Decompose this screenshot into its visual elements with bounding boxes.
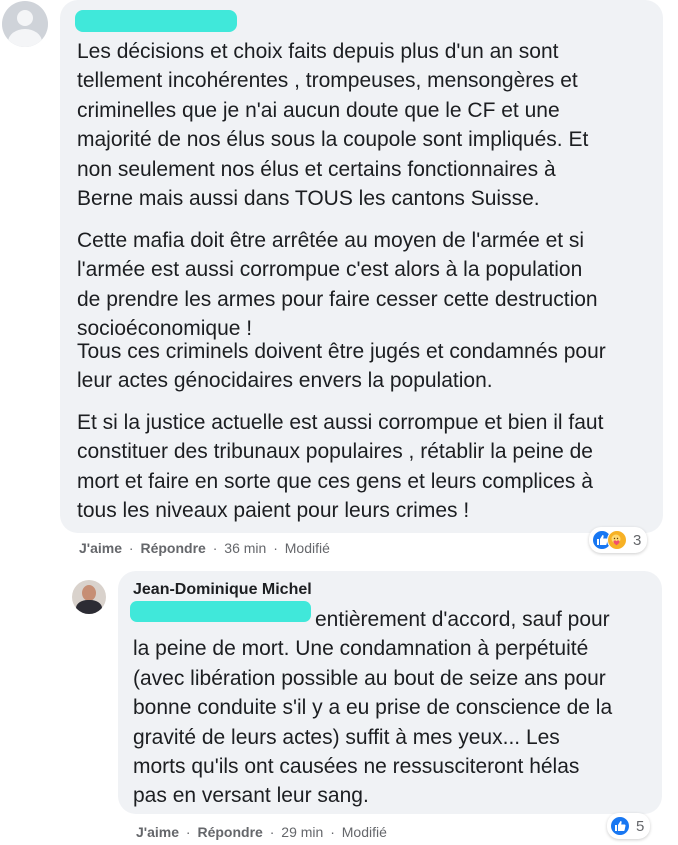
avatar[interactable] (72, 580, 106, 614)
comment-line: tellement incohérentes , trompeuses, men… (77, 69, 578, 93)
comment-line: pas en versant leur sang. (133, 784, 369, 808)
reply-link[interactable]: Répondre (140, 540, 205, 556)
comment-actions: J'aime · Répondre · 29 min · Modifié (136, 824, 387, 840)
comment-line: la peine de mort. Une condamnation à per… (133, 637, 589, 661)
reply-link[interactable]: Répondre (197, 824, 262, 840)
comment-line: majorité de nos élus sous la coupole son… (77, 128, 589, 152)
comment-line: de prendre les armes pour faire cesser c… (77, 287, 598, 311)
avatar[interactable] (2, 1, 48, 47)
avatar-face (82, 585, 96, 601)
separator: · (185, 824, 191, 840)
author-name[interactable]: Jean-Dominique Michel (133, 581, 312, 599)
comment-line: mort et faire en sorte que ces gens et l… (77, 469, 593, 493)
comment-paragraph: Cette mafia doit être arrêtée au moyen d… (77, 226, 598, 344)
comment-line: leur actes génocidaires envers la popula… (77, 369, 493, 393)
comment-line: constituer des tribunaux populaires , ré… (77, 440, 593, 464)
comment-line: non seulement nos élus et certains fonct… (77, 157, 556, 181)
comment-line: Tous ces criminels doivent être jugés et… (77, 340, 606, 363)
care-icon (607, 530, 627, 550)
comment-paragraph: Les décisions et choix faits depuis plus… (77, 37, 588, 213)
comment-actions: J'aime · Répondre · 36 min · Modifié (79, 540, 330, 556)
reaction-count: 5 (636, 817, 645, 835)
separator: · (128, 540, 134, 556)
separator: · (269, 824, 275, 840)
separator: · (273, 540, 278, 556)
comment-line: morts qu'ils ont causées ne ressuscitero… (133, 755, 580, 779)
reaction-count: 3 (633, 531, 642, 549)
comment-line: entièrement d'accord, sauf pour (315, 608, 610, 631)
comment-paragraph: Tous ces criminels doivent être jugés et… (77, 337, 606, 396)
timestamp[interactable]: 29 min (281, 824, 323, 840)
comment-line: (avec libération possible au bout de sei… (133, 666, 606, 690)
comment-line: Berne mais aussi dans TOUS les cantons S… (77, 187, 540, 211)
separator: · (330, 824, 335, 840)
reply-paragraph: entièrement d'accord, sauf pour la peine… (133, 605, 612, 811)
comment-line: l'armée est aussi corrompue c'est alors … (77, 258, 583, 282)
comment-line: Et si la justice actuelle est aussi corr… (77, 411, 604, 434)
like-link[interactable]: J'aime (136, 824, 179, 840)
reactions-summary[interactable]: 3 (589, 527, 648, 553)
comment-paragraph: Et si la justice actuelle est aussi corr… (77, 408, 603, 526)
reactions-summary[interactable]: 5 (607, 813, 651, 839)
comment-line: gravité de leurs actes) suffit à mes yeu… (133, 725, 560, 749)
edited-label[interactable]: Modifié (285, 540, 330, 556)
like-link[interactable]: J'aime (79, 540, 122, 556)
avatar-suit (76, 600, 102, 614)
comment-line: tous les niveaux paient pour leurs crime… (77, 499, 470, 523)
timestamp[interactable]: 36 min (224, 540, 266, 556)
like-icon (610, 816, 630, 836)
default-avatar-body (8, 29, 42, 47)
edited-label[interactable]: Modifié (342, 824, 387, 840)
comment-line: criminelles que je n'ai aucun doute que … (77, 98, 560, 122)
comment-line: Cette mafia doit être arrêtée au moyen d… (77, 229, 585, 252)
separator: · (212, 540, 218, 556)
comment-line: bonne conduite s'il y a eu prise de cons… (133, 696, 613, 720)
default-avatar-head (17, 10, 33, 26)
comment-line: Les décisions et choix faits depuis plus… (77, 40, 559, 63)
redacted-author-name (75, 10, 237, 32)
